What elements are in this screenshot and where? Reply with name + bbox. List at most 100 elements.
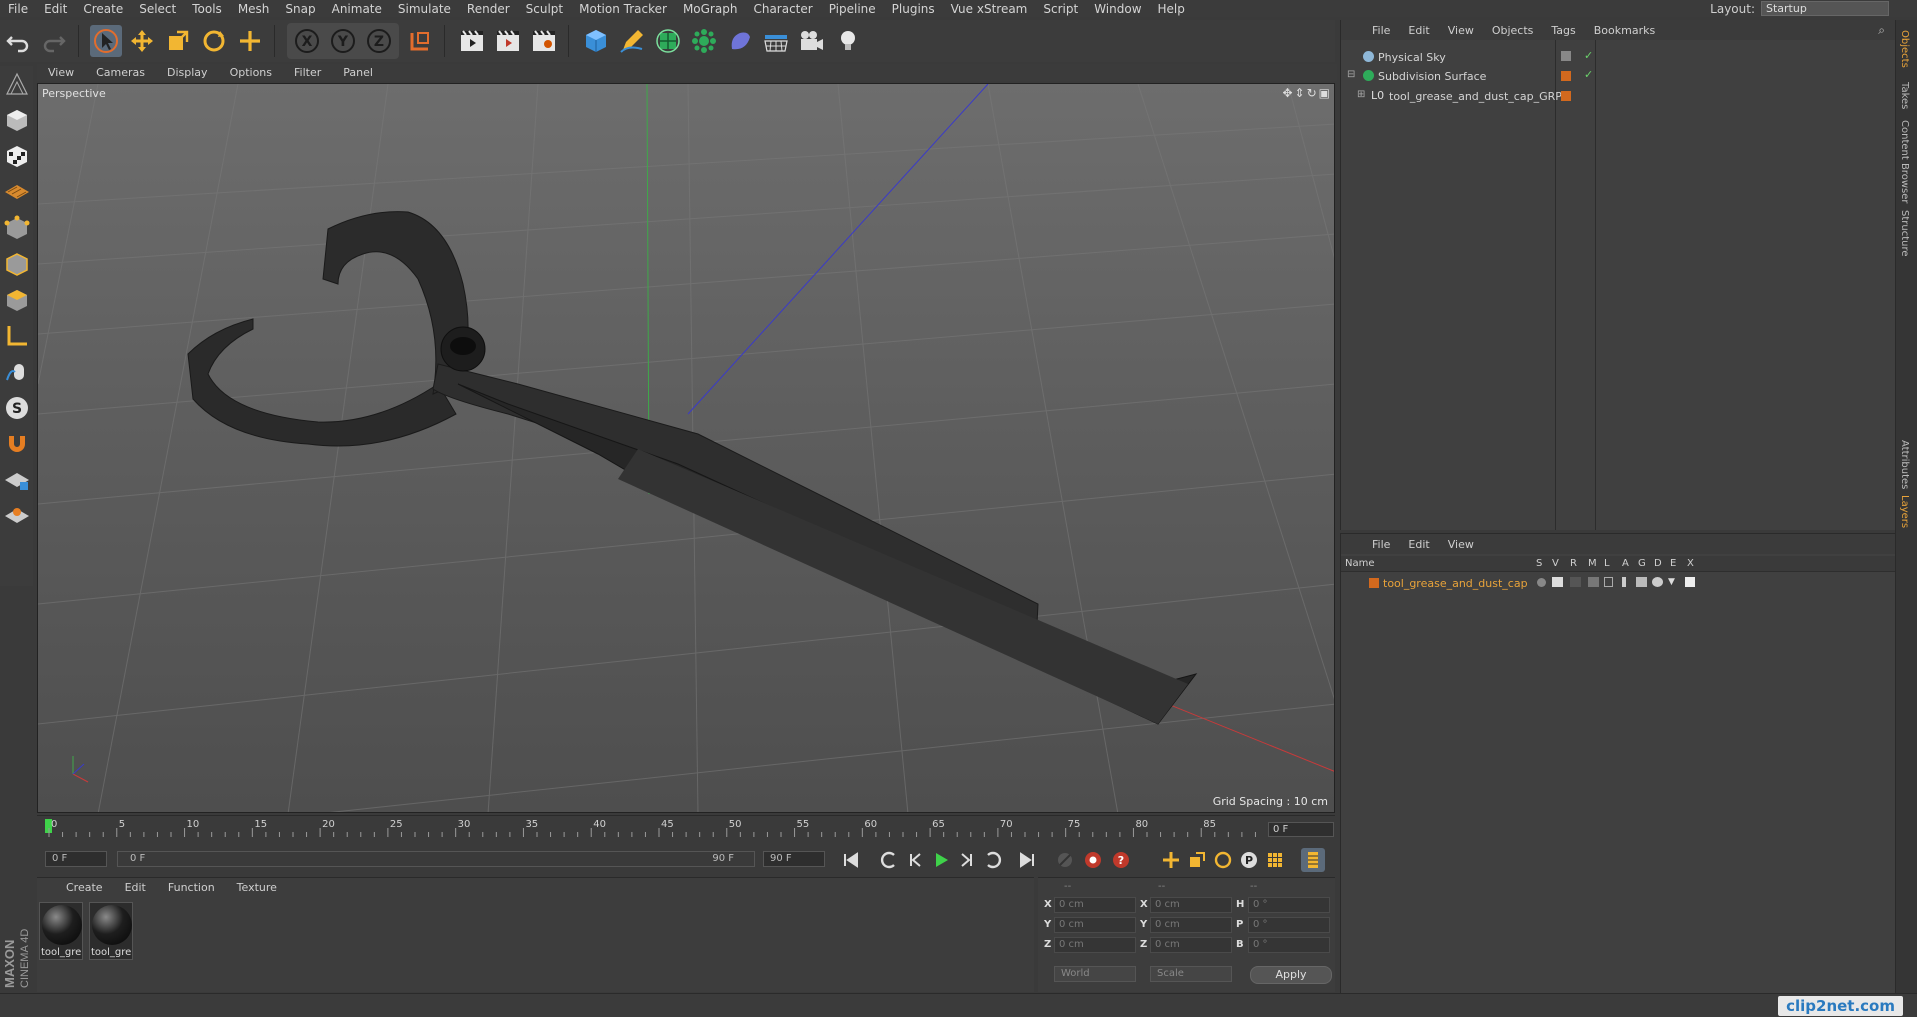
y-axis-icon[interactable]: Y xyxy=(327,25,359,57)
expand-icon[interactable]: ⊟ xyxy=(1347,69,1355,80)
solo-icon[interactable] xyxy=(1537,578,1546,587)
layer-row[interactable]: tool_grease_and_dust_cap ▼ xyxy=(1341,574,1896,592)
camera-icon[interactable] xyxy=(796,25,828,57)
tab-layers[interactable]: Layers xyxy=(1899,495,1910,528)
menu-render[interactable]: Render xyxy=(459,2,518,16)
coordinate-mode-select[interactable]: World xyxy=(1054,966,1136,982)
search-icon[interactable]: ⌕ xyxy=(1878,23,1885,38)
layer-column-d[interactable]: D xyxy=(1654,558,1662,569)
undo-icon[interactable] xyxy=(2,25,34,57)
light-icon[interactable] xyxy=(832,25,864,57)
manager-icon[interactable] xyxy=(1588,577,1599,587)
layer-column-l[interactable]: L xyxy=(1604,558,1610,569)
menu-sculpt[interactable]: Sculpt xyxy=(518,2,571,16)
viewport-menu-cameras[interactable]: Cameras xyxy=(85,66,156,79)
position-field[interactable]: 0 cm xyxy=(1054,897,1136,913)
menu-tools[interactable]: Tools xyxy=(184,2,230,16)
viewport-menu-view[interactable]: View xyxy=(37,66,85,79)
viewport-menu-options[interactable]: Options xyxy=(219,66,283,79)
timeline-window-icon[interactable] xyxy=(1301,848,1325,872)
material-swatch[interactable]: tool_gre xyxy=(39,902,83,960)
key-pla-icon[interactable] xyxy=(1263,848,1287,872)
magnet-icon[interactable] xyxy=(1,428,33,460)
size-field[interactable]: 0 cm xyxy=(1150,917,1232,933)
start-frame-field[interactable]: 0 F xyxy=(45,851,107,867)
animation-icon[interactable] xyxy=(1622,577,1626,587)
layer-column-r[interactable]: R xyxy=(1570,558,1577,569)
pen-icon[interactable] xyxy=(616,25,648,57)
expand-icon[interactable]: ⊞ xyxy=(1357,89,1365,100)
tab-content-browser[interactable]: Content Browser xyxy=(1899,120,1910,203)
points-mode-icon[interactable] xyxy=(1,212,33,244)
next-frame-icon[interactable] xyxy=(955,848,979,872)
record-disabled-icon[interactable] xyxy=(1053,848,1077,872)
xref-icon[interactable] xyxy=(1685,577,1695,587)
enabled-check-icon[interactable]: ✓ xyxy=(1584,68,1593,81)
menu-edit[interactable]: Edit xyxy=(36,2,75,16)
key-rotation-icon[interactable] xyxy=(1211,848,1235,872)
previous-frame-icon[interactable] xyxy=(903,848,927,872)
position-field[interactable]: 0 cm xyxy=(1054,917,1136,933)
layer-column-s[interactable]: S xyxy=(1536,558,1542,569)
orbit-icon[interactable]: ↻ xyxy=(1307,86,1317,100)
tab-takes[interactable]: Takes xyxy=(1899,82,1910,109)
edit-render-settings-icon[interactable] xyxy=(528,25,560,57)
menu-window[interactable]: Window xyxy=(1086,2,1149,16)
rotation-field[interactable]: 0 ° xyxy=(1248,897,1330,913)
lock-icon[interactable] xyxy=(1604,577,1613,587)
objects-menu-tags[interactable]: Tags xyxy=(1542,24,1584,37)
menu-motion-tracker[interactable]: Motion Tracker xyxy=(571,2,675,16)
objects-menu-edit[interactable]: Edit xyxy=(1399,24,1438,37)
size-field[interactable]: 0 cm xyxy=(1150,897,1232,913)
tab-attributes[interactable]: Attributes xyxy=(1899,440,1910,489)
deformers-icon[interactable] xyxy=(1652,577,1663,587)
texture-mode-icon[interactable] xyxy=(1,140,33,172)
layer-column-x[interactable]: X xyxy=(1687,558,1694,569)
edges-mode-icon[interactable] xyxy=(1,248,33,280)
layer-column-m[interactable]: M xyxy=(1588,558,1597,569)
zoom-icon[interactable]: ⇕ xyxy=(1295,86,1305,100)
menu-mesh[interactable]: Mesh xyxy=(230,2,278,16)
position-field[interactable]: 0 cm xyxy=(1054,937,1136,953)
render-view-icon[interactable] xyxy=(456,25,488,57)
viewport-menu-filter[interactable]: Filter xyxy=(283,66,332,79)
objects-menu-objects[interactable]: Objects xyxy=(1483,24,1543,37)
viewport-menu-display[interactable]: Display xyxy=(156,66,219,79)
size-field[interactable]: 0 cm xyxy=(1150,937,1232,953)
layer-column-e[interactable]: E xyxy=(1670,558,1676,569)
enabled-check-icon[interactable]: ✓ xyxy=(1584,49,1593,62)
menu-create[interactable]: Create xyxy=(75,2,131,16)
menu-vue-xstream[interactable]: Vue xStream xyxy=(943,2,1036,16)
snap-s-icon[interactable]: S xyxy=(1,392,33,424)
axis-icon[interactable] xyxy=(1,320,33,352)
live-selection-icon[interactable] xyxy=(234,25,266,57)
autokeying-icon[interactable]: ? xyxy=(1109,848,1133,872)
select-arrow-icon[interactable] xyxy=(90,25,122,57)
floor-icon[interactable] xyxy=(760,25,792,57)
key-position-icon[interactable] xyxy=(1159,848,1183,872)
menu-snap[interactable]: Snap xyxy=(277,2,323,16)
key-scale-icon[interactable] xyxy=(1185,848,1209,872)
deformer-icon[interactable] xyxy=(724,25,756,57)
current-frame-field[interactable]: 0 F xyxy=(1268,822,1334,837)
viewport-menu-panel[interactable]: Panel xyxy=(332,66,384,79)
objects-menu-view[interactable]: View xyxy=(1439,24,1483,37)
rotation-field[interactable]: 0 ° xyxy=(1248,917,1330,933)
record-active-keys-icon[interactable] xyxy=(1081,848,1105,872)
subdivision-icon[interactable] xyxy=(652,25,684,57)
cube-icon[interactable] xyxy=(580,25,612,57)
viewport[interactable]: Perspective ✥ ⇕ ↻ ▣ Grid Spacing : 10 cm xyxy=(37,83,1335,813)
layout-selector[interactable]: Layout: Startup xyxy=(1710,1,1889,16)
menu-mograph[interactable]: MoGraph xyxy=(675,2,746,16)
material-menu-edit[interactable]: Edit xyxy=(114,881,157,894)
object-row-physical-sky[interactable]: Physical Sky ✓ xyxy=(1341,48,1896,66)
material-swatch[interactable]: tool_gre xyxy=(89,902,133,960)
object-row-tool-grp[interactable]: ⊞ L0 tool_grease_and_dust_cap_GRP xyxy=(1341,87,1896,105)
tab-objects[interactable]: Objects xyxy=(1899,30,1910,68)
menu-animate[interactable]: Animate xyxy=(324,2,390,16)
make-editable-icon[interactable] xyxy=(1,68,33,100)
menu-pipeline[interactable]: Pipeline xyxy=(821,2,884,16)
view-icon[interactable] xyxy=(1552,577,1563,587)
objects-menu-file[interactable]: File xyxy=(1363,24,1399,37)
key-parameter-icon[interactable]: P xyxy=(1237,848,1261,872)
